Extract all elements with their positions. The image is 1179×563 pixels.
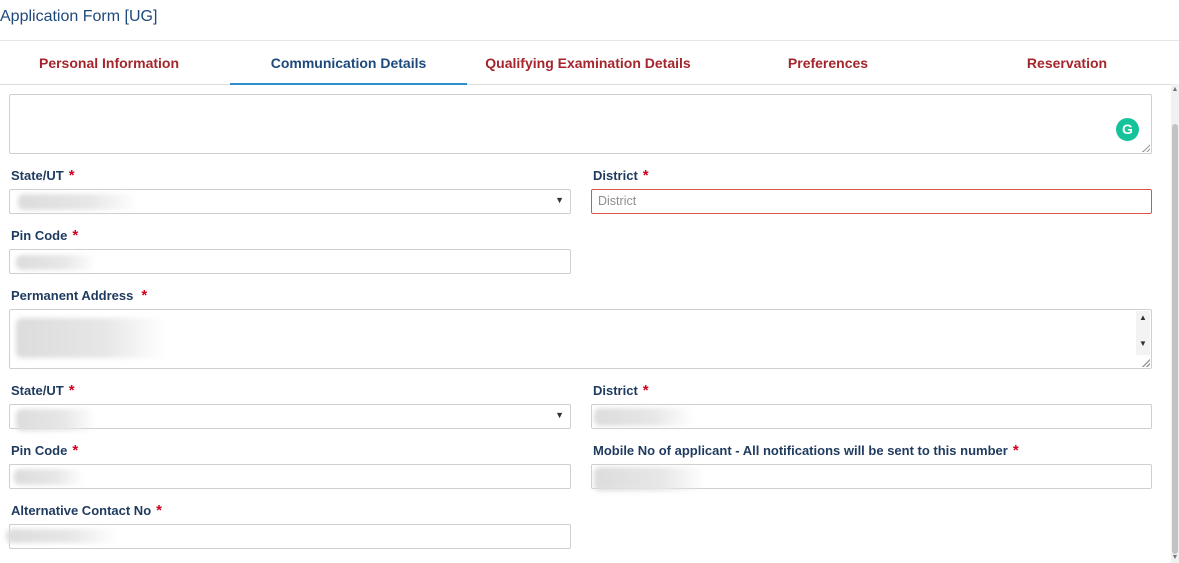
district-placeholder: District — [598, 194, 637, 208]
permanent-state-label: State/UT * — [11, 382, 75, 399]
alt-contact-label: Alternative Contact No * — [11, 502, 162, 519]
redacted-value — [16, 318, 166, 358]
tab-communication-details[interactable]: Communication Details — [230, 41, 467, 85]
scroll-up-icon[interactable]: ▲ — [1171, 86, 1179, 93]
redacted-value — [594, 408, 694, 426]
redacted-value — [6, 529, 116, 543]
required-marker: * — [156, 502, 162, 519]
scrollbar-thumb[interactable] — [1172, 124, 1178, 554]
redacted-value — [16, 409, 96, 431]
state-select[interactable]: ▼ — [9, 189, 571, 214]
required-marker: * — [68, 167, 75, 184]
correspondence-address-textarea[interactable] — [9, 94, 1152, 154]
redacted-value — [18, 194, 138, 210]
required-marker: * — [1012, 442, 1019, 459]
permanent-address-label: Permanent Address * — [11, 287, 148, 304]
form-tabs: Personal Information Communication Detai… — [0, 41, 1179, 85]
district-input[interactable]: District — [591, 189, 1152, 214]
scroll-down-icon[interactable]: ▼ — [1136, 339, 1150, 348]
permanent-district-input[interactable] — [591, 404, 1152, 429]
chevron-down-icon: ▼ — [555, 195, 564, 205]
pincode-label: Pin Code * — [11, 227, 79, 244]
permanent-district-label: District * — [593, 382, 649, 399]
required-marker: * — [642, 167, 649, 184]
mobile-label: Mobile No of applicant - All notificatio… — [593, 442, 1019, 459]
redacted-value — [14, 469, 84, 485]
tab-personal-information[interactable]: Personal Information — [0, 41, 218, 84]
resize-handle[interactable] — [1142, 359, 1150, 367]
grammarly-icon[interactable]: G — [1116, 118, 1139, 141]
required-marker: * — [72, 442, 79, 459]
scroll-down-icon[interactable]: ▼ — [1171, 554, 1179, 561]
tab-qualifying-examination-details[interactable]: Qualifying Examination Details — [470, 41, 706, 84]
alt-contact-input[interactable] — [6, 524, 571, 549]
tab-preferences[interactable]: Preferences — [710, 41, 946, 84]
textarea-scrollbar[interactable]: ▲ ▼ — [1136, 311, 1150, 355]
permanent-state-select[interactable]: ▼ — [9, 404, 571, 431]
redacted-value — [594, 467, 706, 491]
required-marker: * — [68, 382, 75, 399]
permanent-address-textarea[interactable] — [9, 309, 1152, 369]
page-title: Application Form [UG] — [0, 8, 158, 25]
chevron-down-icon: ▼ — [555, 410, 564, 420]
pincode-input[interactable] — [9, 249, 571, 274]
permanent-pincode-input[interactable] — [9, 464, 571, 489]
tab-reservation[interactable]: Reservation — [950, 41, 1179, 84]
redacted-value — [16, 255, 96, 270]
state-label: State/UT * — [11, 167, 75, 184]
scroll-up-icon[interactable]: ▲ — [1136, 313, 1150, 322]
permanent-pincode-label: Pin Code * — [11, 442, 79, 459]
district-label: District * — [593, 167, 649, 184]
required-marker: * — [642, 382, 649, 399]
required-marker: * — [72, 227, 79, 244]
required-marker: * — [141, 287, 148, 304]
resize-handle[interactable] — [1142, 144, 1150, 152]
page-scrollbar[interactable]: ▲ ▼ — [1171, 84, 1179, 563]
mobile-input[interactable] — [591, 464, 1152, 491]
